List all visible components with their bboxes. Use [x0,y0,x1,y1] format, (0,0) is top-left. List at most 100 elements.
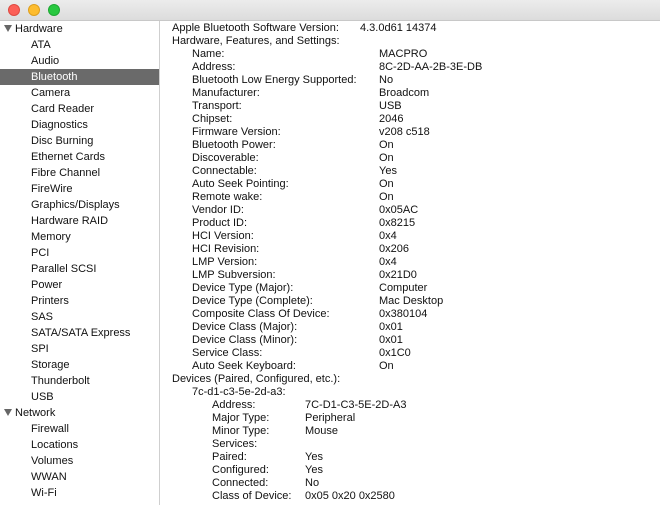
hw-field-row: Composite Class Of Device: [192,308,330,321]
field-label: Manufacturer: [192,87,260,99]
sidebar-item-wwan[interactable]: WWAN [0,469,159,485]
field-value: On [379,152,394,164]
sidebar-item-ethernet-cards[interactable]: Ethernet Cards [0,149,159,165]
hw-field-row: Auto Seek Pointing: [192,178,289,191]
field-value: 0x4 [379,256,397,268]
sidebar-item-wi-fi[interactable]: Wi-Fi [0,485,159,501]
sidebar-item-label: Printers [31,295,69,307]
field-label: HCI Revision: [192,243,260,255]
hw-field-row: Discoverable: [192,152,259,165]
field-value: On [379,139,394,151]
field-value: 0x380104 [379,308,428,320]
field-label: Device Type (Major): [192,282,294,294]
field-value: 0x01 [379,321,403,333]
close-window-icon[interactable] [8,4,20,16]
field-label: Device Type (Complete): [192,295,313,307]
sidebar-group-hardware[interactable]: Hardware [0,21,159,37]
device-field-row: Configured: [212,464,269,477]
device-field-row: Major Type: [212,412,269,425]
field-label: LMP Version: [192,256,258,268]
device-field-row: Services: [212,438,257,451]
minimize-window-icon[interactable] [28,4,40,16]
sidebar-item-card-reader[interactable]: Card Reader [0,101,159,117]
hw-field-row: Vendor ID: [192,204,244,217]
hw-field-row: Connectable: [192,165,257,178]
sidebar-item-label: SAS [31,311,54,323]
sidebar: Hardware ATA Audio Bluetooth Camera Card Read… [0,21,160,505]
field-value: Yes [379,165,397,177]
sidebar-item-spi[interactable]: SPI [0,341,159,357]
field-value: 0x05AC [379,204,419,216]
disclosure-triangle-icon[interactable] [4,25,12,32]
hw-field-row: Name: [192,48,224,61]
sidebar-item-label: Firewall [31,423,69,435]
field-value: On [379,178,394,190]
sidebar-group-network[interactable]: Network [0,405,159,421]
field-value: 0x01 [379,334,403,346]
sidebar-item-pci[interactable]: PCI [0,245,159,261]
sidebar-item-memory[interactable]: Memory [0,229,159,245]
sidebar-item-printers[interactable]: Printers [0,293,159,309]
sidebar-item-diagnostics[interactable]: Diagnostics [0,117,159,133]
field-value: MACPRO [379,48,428,60]
sidebar-item-label: Hardware RAID [31,215,109,227]
field-value: 0x4 [379,230,397,242]
sidebar-item-label: Power [31,279,63,291]
field-value: Yes [305,464,323,476]
sidebar-item-power[interactable]: Power [0,277,159,293]
hw-field-row: Device Class (Major): [192,321,297,334]
sidebar-item-ata[interactable]: ATA [0,37,159,53]
hw-field-row: Manufacturer: [192,87,260,100]
sidebar-item-storage[interactable]: Storage [0,357,159,373]
field-value: No [379,74,394,86]
field-label: Product ID: [192,217,248,229]
sidebar-item-label: Fibre Channel [31,167,101,179]
sidebar-item-volumes[interactable]: Volumes [0,453,159,469]
window-titlebar [0,0,660,21]
field-label: Name: [192,48,225,60]
software-version-label: Apple Bluetooth Software Version: [172,22,339,34]
sidebar-item-fibre-channel[interactable]: Fibre Channel [0,165,159,181]
field-label: Connectable: [192,165,257,177]
hw-field-row: HCI Version: [192,230,254,243]
zoom-window-icon[interactable] [48,4,60,16]
field-label: Devices (Paired, Configured, etc.): [172,373,341,385]
field-label: Minor Type: [212,425,270,437]
sidebar-item-label: SATA/SATA Express [31,327,131,339]
field-value: Mouse [305,425,339,437]
sidebar-item-label: Thunderbolt [31,375,90,387]
sidebar-item-audio[interactable]: Audio [0,53,159,69]
sidebar-item-hardware-raid[interactable]: Hardware RAID [0,213,159,229]
sidebar-item-thunderbolt[interactable]: Thunderbolt [0,373,159,389]
sidebar-item-firewall[interactable]: Firewall [0,421,159,437]
disclosure-triangle-icon[interactable] [4,409,12,416]
sidebar-item-graphics-displays[interactable]: Graphics/Displays [0,197,159,213]
software-version-value: 4.3.0d61 14374 [360,22,437,34]
field-label: Device Class (Major): [192,321,298,333]
field-label: Firmware Version: [192,126,281,138]
detail-pane: Apple Bluetooth Software Version: 4.3.0d… [160,21,660,505]
sidebar-item-sata-sata-express[interactable]: SATA/SATA Express [0,325,159,341]
hw-field-row: LMP Subversion: [192,269,276,282]
sidebar-item-usb[interactable]: USB [0,389,159,405]
sidebar-item-parallel-scsi[interactable]: Parallel SCSI [0,261,159,277]
hw-field-row: Auto Seek Keyboard: [192,360,296,373]
hw-field-row: LMP Version: [192,256,257,269]
hw-field-row: Address: [192,61,235,74]
software-version-row: Apple Bluetooth Software Version: [172,22,339,35]
field-label: Transport: [192,100,242,112]
sidebar-item-camera[interactable]: Camera [0,85,159,101]
sidebar-item-bluetooth[interactable]: Bluetooth [0,69,159,85]
sidebar-item-label: Volumes [31,455,74,467]
sidebar-item-sas[interactable]: SAS [0,309,159,325]
sidebar-item-label: Audio [31,55,60,67]
sidebar-item-label: Card Reader [31,103,94,115]
field-value: 0x05 0x20 0x2580 [305,490,395,502]
sidebar-item-locations[interactable]: Locations [0,437,159,453]
sidebar-item-disc-burning[interactable]: Disc Burning [0,133,159,149]
field-value: Mac Desktop [379,295,444,307]
field-label: Auto Seek Pointing: [192,178,289,190]
sidebar-item-firewire[interactable]: FireWire [0,181,159,197]
field-label: Connected: [212,477,269,489]
field-label: Address: [192,61,236,73]
